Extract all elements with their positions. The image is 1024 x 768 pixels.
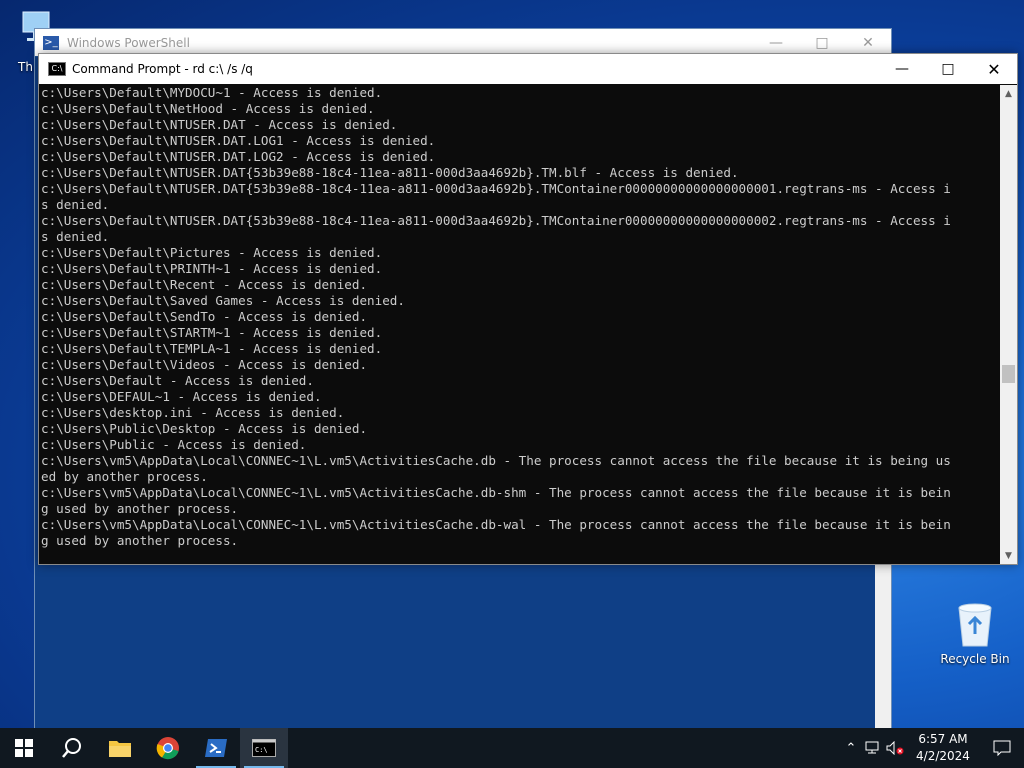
console-line: c:\Users\Default\Saved Games - Access is… [41,293,405,308]
console-line: c:\Users\vm5\AppData\Local\CONNEC~1\L.vm… [41,453,951,468]
search-icon [62,738,81,758]
scroll-thumb[interactable] [1002,365,1015,383]
powershell-maximize-button[interactable]: □ [799,29,845,56]
volume-muted-icon[interactable] [884,728,906,768]
console-line: c:\Users\Default\NTUSER.DAT.LOG1 - Acces… [41,133,436,148]
console-line: c:\Users\Default\NTUSER.DAT.LOG2 - Acces… [41,149,436,164]
console-line: c:\Users\vm5\AppData\Local\CONNEC~1\L.vm… [41,485,951,500]
console-line: ed by another process. [41,469,208,484]
chrome-icon [156,737,179,760]
speaker-glyph [886,741,904,755]
console-line: c:\Users\Default\Pictures - Access is de… [41,245,383,260]
clock[interactable]: 6:57 AM 4/2/2024 [906,731,980,765]
powershell-scrollbar[interactable] [875,562,891,732]
cmd-app-icon: C:\ [48,62,66,76]
folder-icon [109,741,131,757]
console-line: g used by another process. [41,533,239,548]
powershell-app-icon: >_ [43,35,59,50]
console-line: c:\Users\Default\NTUSER.DAT{53b39e88-18c… [41,181,951,196]
cmd-close-button[interactable]: ✕ [971,54,1017,84]
console-line: s denied. [41,197,110,212]
console-line: c:\Users\Default\PRINTH~1 - Access is de… [41,261,383,276]
recycle-bin-icon [958,603,992,647]
console-line: c:\Users\Default\NetHood - Access is den… [41,101,375,116]
taskbar: C:\ ⌃ 6:57 AM 4/2/2024 [0,728,1024,768]
console-line: c:\Users\Public\Desktop - Access is deni… [41,421,368,436]
console-line: c:\Users\Default\TEMPLA~1 - Access is de… [41,341,383,356]
clock-date: 4/2/2024 [916,749,970,763]
cmd-maximize-button[interactable]: □ [925,54,971,84]
clock-time: 6:57 AM [918,732,968,746]
powershell-title: Windows PowerShell [67,35,190,50]
console-line: c:\Users\Default\MYDOCU~1 - Access is de… [41,85,383,100]
console-line: c:\Users\Default - Access is denied. [41,373,314,388]
console-line: g used by another process. [41,501,239,516]
cmd-scrollbar[interactable]: ▲ ▼ [1000,85,1017,564]
command-prompt-console[interactable]: c:\Users\Default\MYDOCU~1 - Access is de… [39,85,999,564]
console-line: c:\Users\vm5\AppData\Local\CONNEC~1\L.vm… [41,517,951,532]
command-prompt-window[interactable]: C:\ Command Prompt - rd c:\ /s /q — □ ✕ … [38,53,1018,565]
console-line: c:\Users\Default\NTUSER.DAT{53b39e88-18c… [41,213,951,228]
this-pc-label: Th [18,60,33,74]
command-prompt-taskbar-button[interactable]: C:\ [240,728,288,768]
console-output: c:\Users\Default\MYDOCU~1 - Access is de… [39,85,999,549]
chrome-button[interactable] [144,728,192,768]
console-line: c:\Users\Default\Videos - Access is deni… [41,357,368,372]
console-line: c:\Users\Default\SendTo - Access is deni… [41,309,368,324]
start-button[interactable] [0,728,48,768]
powershell-icon [205,739,227,757]
scroll-up-arrow-icon[interactable]: ▲ [1000,85,1017,102]
powershell-close-button[interactable]: ✕ [845,29,891,56]
powershell-titlebar[interactable]: >_ Windows PowerShell — □ ✕ [35,29,891,56]
recycle-bin-label: Recycle Bin [940,652,1010,666]
console-line: c:\Users\Public - Access is denied. [41,437,307,452]
network-icon[interactable] [862,728,884,768]
chevron-up-icon[interactable]: ⌃ [840,728,862,768]
action-center-button[interactable] [980,728,1024,768]
powershell-minimize-button[interactable]: — [753,29,799,56]
file-explorer-button[interactable] [96,728,144,768]
console-line: c:\Users\Default\Recent - Access is deni… [41,277,368,292]
windows-logo-icon [15,739,33,757]
console-line: c:\Users\Default\NTUSER.DAT{53b39e88-18c… [41,165,739,180]
network-glyph [865,741,879,754]
console-line: c:\Users\DEFAUL~1 - Access is denied. [41,389,322,404]
console-line: c:\Users\Default\NTUSER.DAT - Access is … [41,117,398,132]
console-line: c:\Users\Default\STARTM~1 - Access is de… [41,325,383,340]
system-tray: ⌃ 6:57 AM 4/2/2024 [840,728,1024,768]
recycle-bin-desktop-icon[interactable]: Recycle Bin [940,600,1010,666]
command-prompt-title: Command Prompt - rd c:\ /s /q [72,62,253,76]
notification-icon [993,740,1011,756]
svg-text:C:\: C:\ [255,746,268,754]
command-prompt-titlebar[interactable]: C:\ Command Prompt - rd c:\ /s /q — □ ✕ [39,54,1017,84]
console-line: c:\Users\desktop.ini - Access is denied. [41,405,345,420]
search-button[interactable] [48,728,96,768]
scroll-down-arrow-icon[interactable]: ▼ [1000,547,1017,564]
console-line: s denied. [41,229,110,244]
powershell-taskbar-button[interactable] [192,728,240,768]
cmd-icon: C:\ [252,739,276,757]
cmd-minimize-button[interactable]: — [879,54,925,84]
